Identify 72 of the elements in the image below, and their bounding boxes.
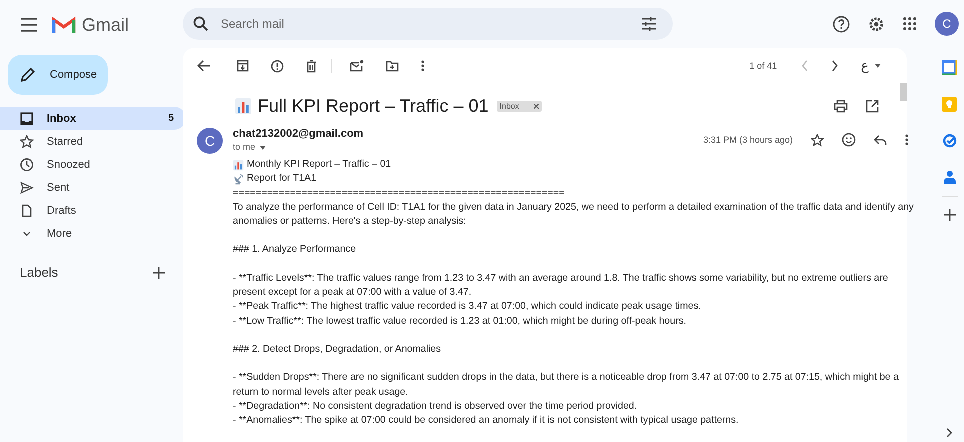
calendar-icon[interactable] [942, 60, 957, 75]
star-icon[interactable] [811, 134, 824, 146]
satellite-dish-icon [233, 174, 244, 185]
person-icon[interactable] [944, 170, 956, 184]
scrollbar-thumb[interactable] [900, 83, 907, 101]
send-icon [20, 180, 34, 194]
app-name: Gmail [82, 14, 130, 36]
back-arrow-icon[interactable] [197, 60, 211, 72]
emoji-reaction-icon[interactable] [842, 133, 856, 147]
sender-avatar: C [197, 128, 223, 154]
body-text: - **Sudden Drops**: There are no significant sudden drops in the data, but there is a noticeable drop from 3.47 at 07:00 to 2.75 at 07:15, which might be a return to normal levels after peak usage. [233, 371, 900, 400]
body-text: - **Traffic Levels**: The traffic values range from 1.23 to 3.47 with an average around 1.8. The traffic shows some variability, but no extreme outliers are present except for a peak at 07:00 with a value of 3.47. [233, 272, 890, 300]
close-icon[interactable] [534, 104, 539, 108]
account-avatar[interactable]: C [935, 12, 959, 36]
sidebar-item[interactable]: Inbox 5 [0, 107, 186, 130]
caret-icon [260, 146, 266, 150]
more-options-icon[interactable] [421, 60, 425, 72]
body-text: - **Low Traffic**: The lowest traffic value recorded is 1.23 at 01:00, which might be during off-peak hours. [233, 314, 688, 329]
add-icon[interactable] [153, 266, 165, 278]
body-text: Monthly KPI Report – Traffic – 01 [247, 158, 392, 172]
move-to-folder-icon[interactable] [386, 60, 399, 72]
clock-icon [20, 158, 34, 172]
sidebar-item[interactable]: Starred [0, 130, 186, 153]
compose-button[interactable]: Compose [8, 55, 108, 95]
inbox-label-chip[interactable]: Inbox [496, 100, 542, 112]
mark-unread-icon[interactable] [350, 60, 364, 72]
body-text: ### 2. Detect Drops, Degradation, or Anomalies [233, 342, 442, 357]
trash-icon[interactable] [306, 60, 317, 72]
archive-icon[interactable] [237, 60, 249, 72]
reply-icon[interactable] [874, 134, 887, 146]
open-in-new-window-icon[interactable] [866, 100, 879, 112]
settings-icon[interactable] [868, 16, 885, 32]
mail-logo-icon[interactable] [52, 16, 76, 34]
body-text: - **Peak Traffic**: The highest traffic value recorded is 3.47 at 07:00, which could indicate peak usage times. [233, 300, 702, 314]
report-spam-icon[interactable] [271, 60, 284, 72]
tasks-check-icon[interactable] [942, 134, 956, 148]
body-text: ### 1. Analyze Performance [233, 243, 358, 258]
labels-heading: Labels [20, 265, 58, 280]
body-text: To analyze the performance of Cell ID: T1A1 for the given data in January 2025, we need to perform a detailed examination of the traffic data and identify any anomalies or patterns. Here's a step-by-step analysis: [233, 200, 915, 230]
search-icon[interactable] [193, 16, 209, 32]
pencil-icon [20, 67, 36, 83]
recipient-dropdown[interactable]: to me [233, 142, 364, 152]
next-icon[interactable] [831, 60, 840, 72]
sidebar-item[interactable]: More [0, 222, 186, 245]
expand-panel-icon[interactable] [946, 428, 953, 438]
help-icon[interactable] [833, 16, 850, 32]
filter-options-icon[interactable] [641, 17, 657, 31]
body-text: - **Anomalies**: The spike at 07:00 could be considered an anomaly if it is not consistent with typical usage patterns. [233, 414, 740, 428]
add-icon[interactable] [944, 209, 956, 221]
body-text: - **Degradation**: No consistent degradation trend is observed over the time period provided. [233, 400, 638, 414]
sidebar-item[interactable]: Snoozed [0, 153, 186, 176]
caret-icon [875, 64, 881, 68]
message-time: 3:31 PM (3 hours ago) [703, 135, 793, 145]
sidebar-item[interactable]: Sent [0, 176, 186, 199]
more-options-icon[interactable] [905, 134, 909, 146]
inbox-tray-icon [20, 112, 34, 126]
sidebar-item[interactable]: Drafts [0, 199, 186, 222]
bar-chart-icon [235, 98, 252, 114]
print-icon[interactable] [834, 100, 848, 112]
pager-text: 1 of 41 [750, 61, 778, 71]
input-tools-button[interactable]: ع [861, 58, 881, 74]
search-field[interactable]: Search mail [183, 8, 673, 40]
body-text: ========================================================== [233, 186, 566, 201]
search-input[interactable]: Search mail [219, 16, 631, 32]
apps-grid-icon[interactable] [903, 17, 917, 31]
menu-icon[interactable] [20, 18, 38, 32]
email-subject: Full KPI Report – Traffic – 01 [258, 96, 489, 116]
body-text: Report for T1A1 [247, 172, 317, 186]
document-icon [20, 204, 34, 218]
star-icon [20, 134, 34, 148]
sender-email: chat2132002@gmail.com [233, 128, 364, 140]
bar-chart-icon [233, 160, 244, 171]
